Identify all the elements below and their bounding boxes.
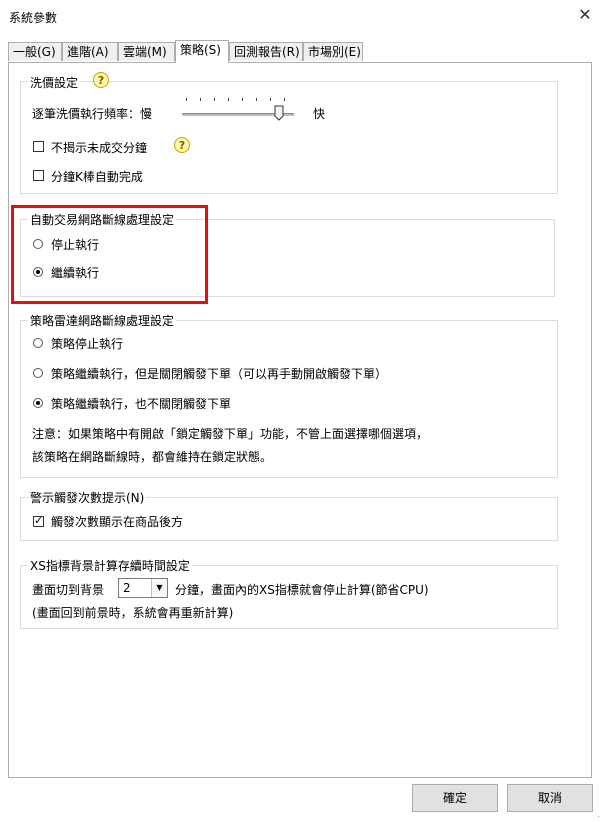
radar-continue-keep-label: 策略繼續執行，也不關閉觸發下單 bbox=[51, 397, 232, 411]
tab-market[interactable]: 市場別(E) bbox=[303, 42, 363, 61]
auto-complete-checkbox[interactable] bbox=[33, 170, 44, 181]
tab-cloud[interactable]: 雲端(M) bbox=[118, 42, 175, 61]
help-icon[interactable]: ? bbox=[174, 137, 190, 153]
alert-legend: 警示觸發次數提示(N) bbox=[28, 489, 147, 506]
show-count-label: 觸發次數顯示在商品後方 bbox=[51, 515, 184, 529]
xs-prefix-label: 畫面切到背景 bbox=[32, 583, 105, 597]
tab-backtest-report[interactable]: 回測報告(R) bbox=[229, 42, 303, 61]
slider-tick bbox=[284, 98, 285, 101]
tab-strategy[interactable]: 策略(S) bbox=[175, 40, 229, 63]
xs-legend: XS指標背景計算存續時間設定 bbox=[28, 557, 192, 574]
wash-settings-legend: 洗價設定 bbox=[28, 74, 81, 91]
slider-tick bbox=[200, 98, 201, 101]
slider-tick bbox=[186, 98, 187, 101]
radar-legend: 策略雷達網路斷線處理設定 bbox=[28, 312, 177, 329]
ok-button[interactable]: 確定 bbox=[412, 784, 498, 812]
resize-grip-icon[interactable] bbox=[596, 814, 600, 818]
slider-tick bbox=[228, 98, 229, 101]
tab-general[interactable]: 一般(G) bbox=[8, 42, 62, 61]
wash-frequency-label: 逐筆洗價執行頻率：慢 bbox=[32, 107, 153, 121]
title-bar: 系統參數 ✕ bbox=[0, 0, 600, 32]
slider-tick bbox=[270, 98, 271, 101]
radar-note-line2: 該策略在網路斷線時，都會維持在鎖定狀態。 bbox=[32, 450, 273, 464]
minutes-select[interactable]: 2 ▼ bbox=[118, 578, 168, 598]
tab-advanced[interactable]: 進階(A) bbox=[62, 42, 118, 61]
hide-unfilled-checkbox[interactable] bbox=[33, 141, 44, 152]
radar-continue-close-label: 策略繼續執行，但是關閉觸發下單（可以再手動開啟觸發下單） bbox=[51, 367, 388, 381]
cancel-button[interactable]: 取消 bbox=[507, 784, 593, 812]
xs-suffix-label: 分鐘，畫面內的XS指標就會停止計算(節省CPU) bbox=[175, 583, 429, 597]
radar-note-line1: 注意：如果策略中有開啟「鎖定觸發下單」功能，不管上面選擇哪個選項， bbox=[32, 427, 429, 441]
auto-complete-label: 分鐘K棒自動完成 bbox=[51, 170, 143, 184]
xs-note: (畫面回到前景時，系統會再重新計算) bbox=[32, 606, 234, 620]
wash-frequency-fast-label: 快 bbox=[313, 107, 326, 121]
radar-stop-radio[interactable] bbox=[33, 338, 43, 348]
slider-tick bbox=[242, 98, 243, 101]
radar-continue-close-radio[interactable] bbox=[33, 368, 43, 378]
help-icon[interactable]: ? bbox=[93, 72, 109, 88]
radar-continue-keep-radio[interactable] bbox=[33, 398, 43, 408]
minutes-value: 2 bbox=[123, 581, 131, 595]
radar-stop-label: 策略停止執行 bbox=[51, 337, 124, 351]
highlight-box bbox=[11, 205, 208, 304]
slider-thumb[interactable] bbox=[274, 105, 284, 121]
slider-tick bbox=[256, 98, 257, 101]
window-title: 系統參數 bbox=[9, 11, 58, 25]
close-icon[interactable]: ✕ bbox=[574, 4, 596, 26]
chevron-down-icon[interactable]: ▼ bbox=[151, 579, 167, 597]
show-count-checkbox[interactable] bbox=[33, 513, 44, 529]
slider-tick bbox=[214, 98, 215, 101]
hide-unfilled-label: 不揭示未成交分鐘 bbox=[51, 141, 148, 155]
